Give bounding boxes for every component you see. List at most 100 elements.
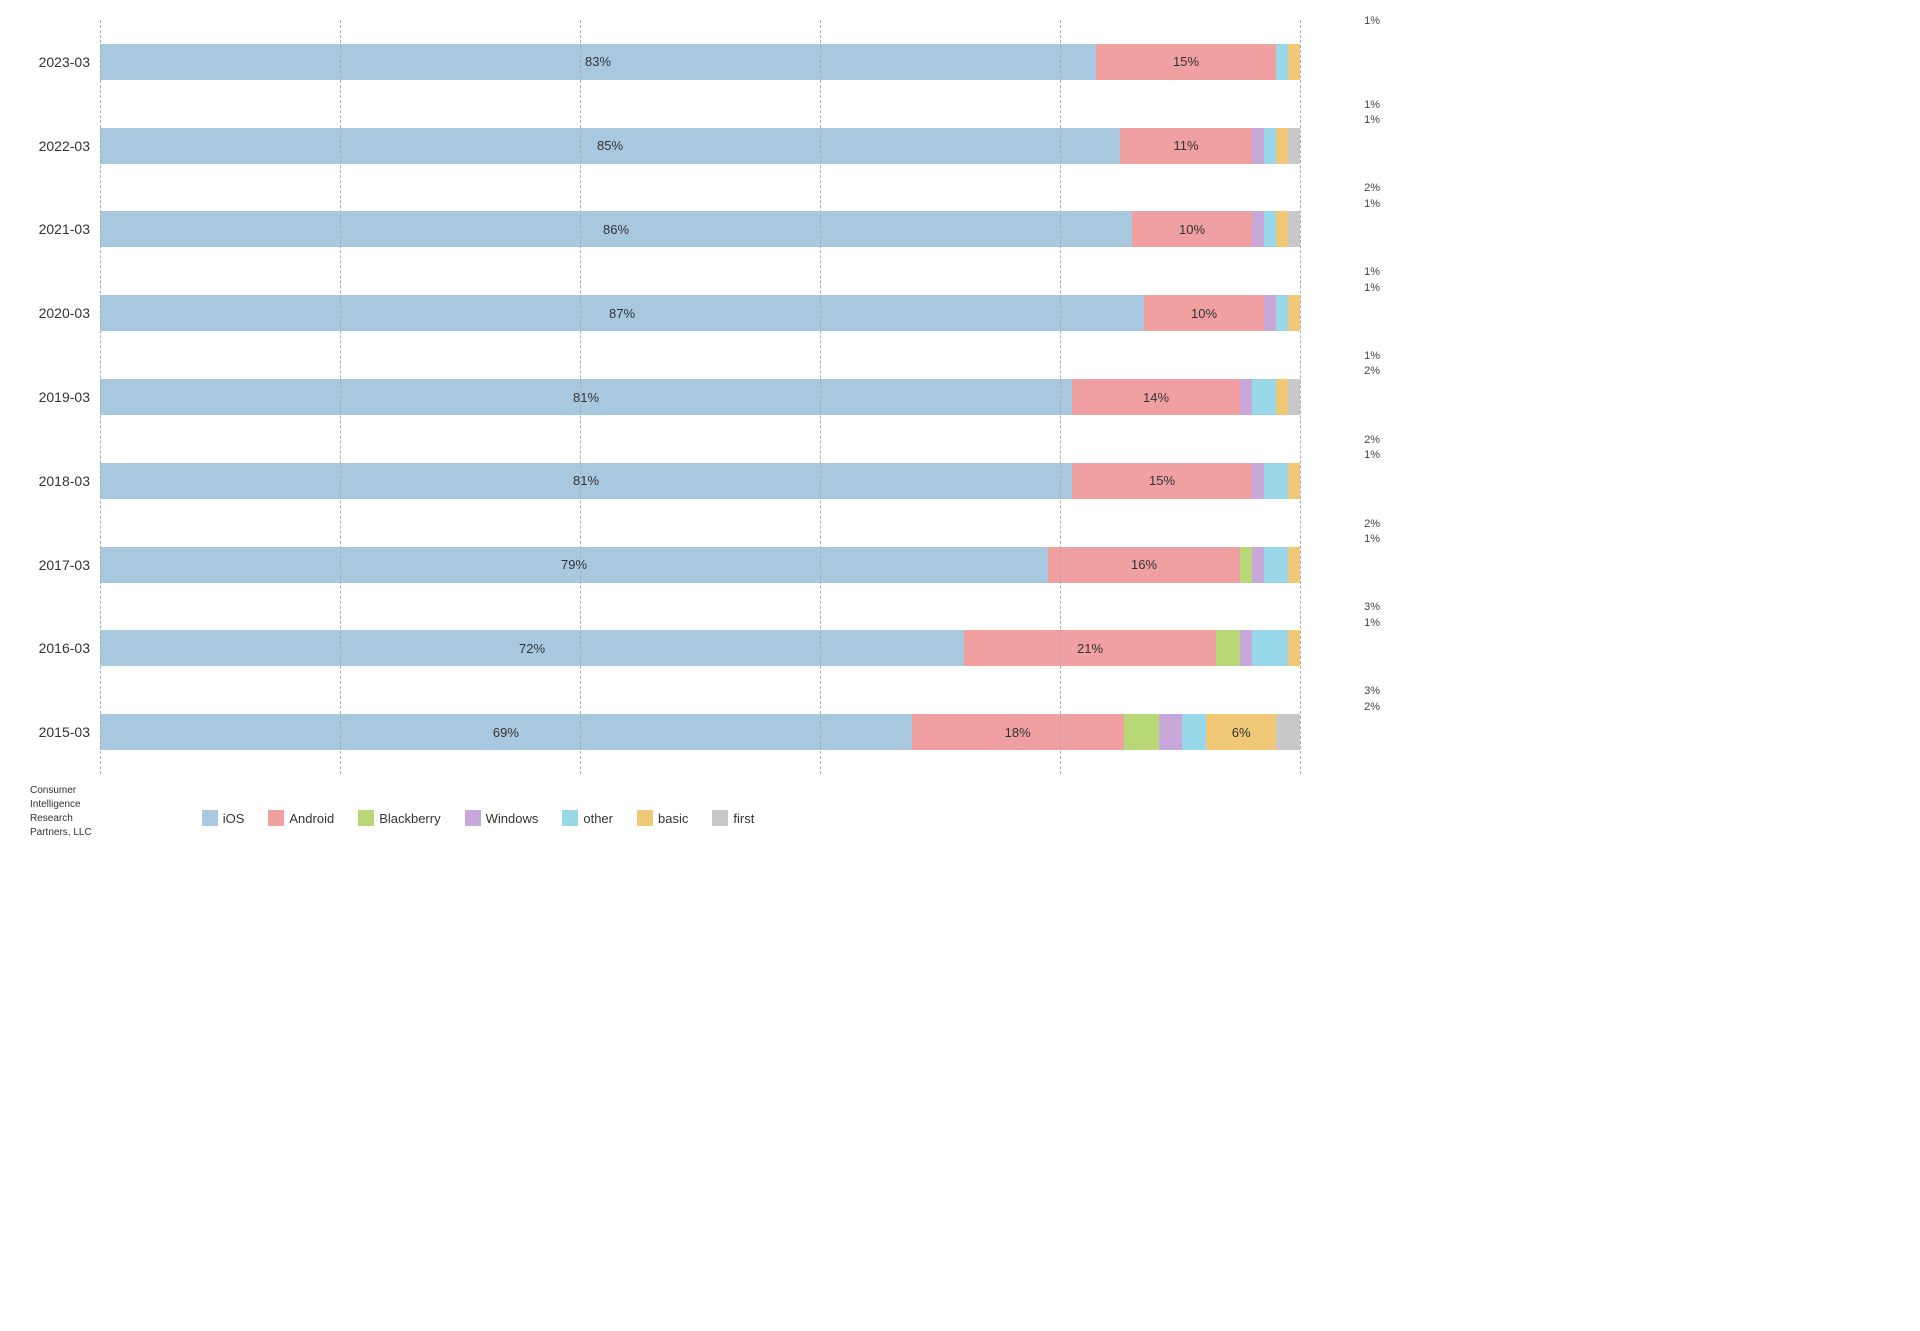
segment-other-2016-03 xyxy=(1252,630,1288,666)
segment-basic-2017-03 xyxy=(1288,547,1300,583)
segment-label-ios-2023-03: 83% xyxy=(585,54,611,69)
legend-item-basic: basic xyxy=(637,810,688,826)
legend-label-other: other xyxy=(583,811,613,826)
segment-windows-2022-03 xyxy=(1252,128,1264,164)
segment-label-android-2016-03: 21% xyxy=(1077,641,1103,656)
legend-swatch-other xyxy=(562,810,578,826)
segment-other-2023-03 xyxy=(1276,44,1288,80)
segment-ios-2018-03: 81% xyxy=(100,463,1072,499)
segment-other-2015-03 xyxy=(1182,714,1206,750)
legend-swatch-windows xyxy=(465,810,481,826)
bottom-section: Consumer Intelligence Research Partners,… xyxy=(20,784,1300,840)
segment-label-android-2015-03: 18% xyxy=(1005,725,1031,740)
segment-windows-2017-03 xyxy=(1252,547,1264,583)
chart-row-2015-03: 2015-0369%18%6%3%2% xyxy=(20,690,1300,774)
segment-blackberry-2016-03 xyxy=(1216,630,1240,666)
segment-label-android-2017-03: 16% xyxy=(1131,557,1157,572)
segment-basic-2015-03: 6% xyxy=(1206,714,1277,750)
bar-2021-03: 86%10% xyxy=(100,211,1300,247)
legend-label-first: first xyxy=(733,811,754,826)
small-pct-label: 2% xyxy=(1364,433,1380,448)
bar-container-2021-03: 86%10%2%1% xyxy=(100,211,1300,247)
legend-swatch-blackberry xyxy=(358,810,374,826)
segment-label-ios-2018-03: 81% xyxy=(573,473,599,488)
small-pct-label: 3% xyxy=(1364,600,1380,615)
small-pct-label: 1% xyxy=(1364,616,1380,631)
small-labels-2017-03: 2%1% xyxy=(1364,517,1380,548)
row-label-2015-03: 2015-03 xyxy=(20,724,100,740)
segment-ios-2015-03: 69% xyxy=(100,714,912,750)
legend-swatch-android xyxy=(268,810,284,826)
segment-other-2021-03 xyxy=(1264,211,1276,247)
row-label-2017-03: 2017-03 xyxy=(20,557,100,573)
segment-first-2021-03 xyxy=(1288,211,1300,247)
segment-other-2017-03 xyxy=(1264,547,1288,583)
small-pct-label: 1% xyxy=(1364,281,1380,296)
small-pct-label: 2% xyxy=(1364,700,1380,715)
segment-windows-2021-03 xyxy=(1252,211,1264,247)
small-pct-label: 1% xyxy=(1364,113,1380,128)
segment-basic-2020-03 xyxy=(1288,295,1300,331)
small-labels-2021-03: 2%1% xyxy=(1364,181,1380,212)
chart-row-2022-03: 2022-0385%11%1%1% xyxy=(20,104,1300,188)
segment-android-2023-03: 15% xyxy=(1096,44,1276,80)
segment-basic-2019-03 xyxy=(1276,379,1288,415)
segment-android-2022-03: 11% xyxy=(1120,128,1252,164)
segment-label-ios-2017-03: 79% xyxy=(561,557,587,572)
legend-item-other: other xyxy=(562,810,613,826)
legend-item-first: first xyxy=(712,810,754,826)
bar-container-2022-03: 85%11%1%1% xyxy=(100,128,1300,164)
chart-row-2016-03: 2016-0372%21%3%1% xyxy=(20,606,1300,690)
segment-android-2017-03: 16% xyxy=(1048,547,1240,583)
chart-row-2021-03: 2021-0386%10%2%1% xyxy=(20,188,1300,272)
segment-windows-2015-03 xyxy=(1159,714,1183,750)
bar-2018-03: 81% 15% xyxy=(100,463,1300,499)
bar-2020-03: 87% 10% xyxy=(100,295,1300,331)
chart-row-2018-03: 2018-0381%15%2%1% xyxy=(20,439,1300,523)
segment-android-2018-03: 15% xyxy=(1072,463,1252,499)
segment-first-2019-03 xyxy=(1288,379,1300,415)
segment-ios-2017-03: 79% xyxy=(100,547,1048,583)
segment-label-android-2020-03: 10% xyxy=(1191,306,1217,321)
legend-label-windows: Windows xyxy=(486,811,539,826)
segment-label-ios-2022-03: 85% xyxy=(597,138,623,153)
segment-label-basic-2015-03: 6% xyxy=(1232,725,1251,740)
row-label-2021-03: 2021-03 xyxy=(20,221,100,237)
segment-label-ios-2021-03: 86% xyxy=(603,222,629,237)
legend-swatch-basic xyxy=(637,810,653,826)
segment-basic-2018-03 xyxy=(1288,463,1300,499)
segment-label-ios-2015-03: 69% xyxy=(493,725,519,740)
row-label-2020-03: 2020-03 xyxy=(20,305,100,321)
bar-2015-03: 69% 18% 6% xyxy=(100,714,1300,750)
chart-row-2017-03: 2017-0379%16%2%1% xyxy=(20,523,1300,607)
legend-item-blackberry: Blackberry xyxy=(358,810,440,826)
segment-label-ios-2020-03: 87% xyxy=(609,306,635,321)
segment-label-android-2023-03: 15% xyxy=(1173,54,1199,69)
segment-basic-2022-03 xyxy=(1276,128,1288,164)
small-pct-label: 1% xyxy=(1364,349,1380,364)
small-pct-label: 1% xyxy=(1364,14,1380,29)
grid-line xyxy=(1300,20,1301,774)
legend-item-android: Android xyxy=(268,810,334,826)
small-labels-2015-03: 3%2% xyxy=(1364,684,1380,715)
chart-row-2019-03: 2019-0381%14%1%2% xyxy=(20,355,1300,439)
cirp-logo: Consumer Intelligence Research Partners,… xyxy=(20,784,92,840)
segment-windows-2020-03 xyxy=(1264,295,1276,331)
small-labels-2022-03: 1%1% xyxy=(1364,98,1380,129)
segment-other-2018-03 xyxy=(1264,463,1288,499)
row-label-2016-03: 2016-03 xyxy=(20,640,100,656)
bar-container-2018-03: 81%15%2%1% xyxy=(100,463,1300,499)
segment-basic-2016-03 xyxy=(1288,630,1300,666)
segment-ios-2023-03: 83% xyxy=(100,44,1096,80)
small-labels-2018-03: 2%1% xyxy=(1364,433,1380,464)
segment-ios-2016-03: 72% xyxy=(100,630,964,666)
legend-label-ios: iOS xyxy=(223,811,245,826)
bar-container-2015-03: 69%18%6%3%2% xyxy=(100,714,1300,750)
small-labels-2019-03: 1%2% xyxy=(1364,349,1380,380)
legend-swatch-ios xyxy=(202,810,218,826)
row-label-2019-03: 2019-03 xyxy=(20,389,100,405)
segment-ios-2021-03: 86% xyxy=(100,211,1132,247)
legend-item-ios: iOS xyxy=(202,810,245,826)
segment-first-2015-03 xyxy=(1276,714,1300,750)
segment-basic-2023-03 xyxy=(1288,44,1300,80)
